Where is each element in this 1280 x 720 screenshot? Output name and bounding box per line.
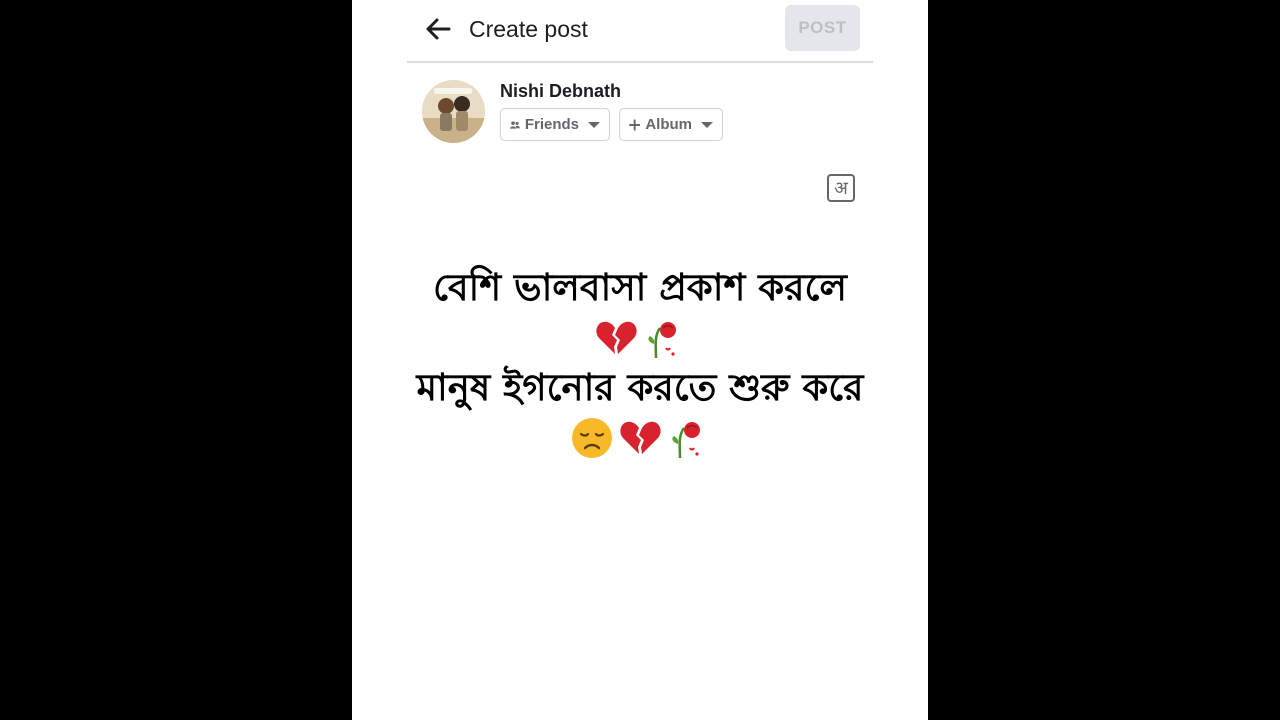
post-line-1: বেশি ভালবাসা প্রকাশ করলে <box>433 266 847 309</box>
chevron-down-icon <box>588 121 600 128</box>
emoji-row-1 <box>352 314 928 362</box>
disappointed-face-icon <box>570 416 614 460</box>
language-toggle-button[interactable]: अ <box>827 174 855 202</box>
back-button[interactable] <box>421 12 455 46</box>
author-name: Nishi Debnath <box>500 81 622 101</box>
avatar-image <box>422 80 485 143</box>
album-label: Album <box>645 116 692 133</box>
album-selector[interactable]: Album <box>619 108 723 141</box>
chevron-down-icon <box>701 121 713 128</box>
avatar[interactable] <box>422 80 485 143</box>
post-line-2: মানুষ ইগনোর করতে শুরু করে <box>416 366 864 409</box>
wilted-rose-icon <box>642 316 686 360</box>
post-content[interactable]: বেশি ভালবাসা প্রকাশ করলে মানুষ ইগনোর করত… <box>352 262 928 462</box>
friends-icon <box>510 120 520 129</box>
broken-heart-icon <box>594 316 638 360</box>
page-title: Create post <box>469 16 588 42</box>
broken-heart-icon <box>618 416 662 460</box>
back-arrow-icon <box>426 18 451 40</box>
emoji-row-2 <box>352 414 928 462</box>
plus-icon <box>629 118 641 131</box>
phone-screen: Create post POST Nishi Debnath Friends A… <box>352 0 928 720</box>
header-bar: Create post POST <box>407 0 873 63</box>
audience-selector[interactable]: Friends <box>500 108 610 141</box>
wilted-rose-icon <box>666 416 710 460</box>
audience-label: Friends <box>524 116 579 133</box>
language-icon: अ <box>834 178 848 199</box>
post-button[interactable]: POST <box>785 5 860 51</box>
